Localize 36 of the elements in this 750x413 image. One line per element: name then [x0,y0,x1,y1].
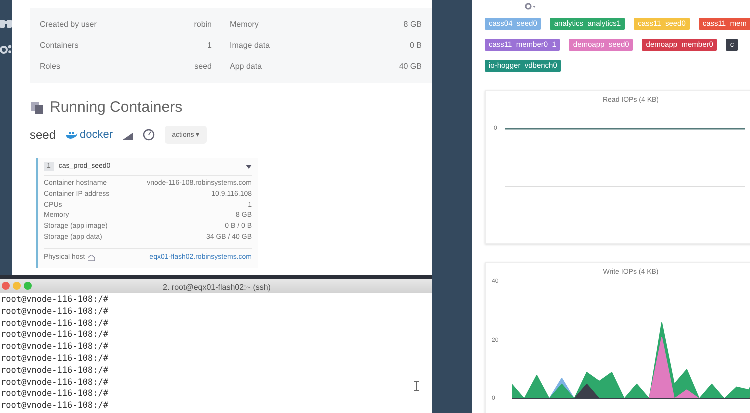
engine-label: docker [80,129,114,141]
info-label: Image data [230,41,272,50]
settings-icon[interactable] [525,3,537,10]
info-value: 0 B [408,41,422,50]
info-label: App data [230,62,264,71]
info-label: Memory [230,20,260,29]
terminal-line: root@vnode-116-108:/# [1,378,108,390]
terminal-line: root@vnode-116-108:/# [1,366,108,378]
caret-icon[interactable] [246,164,252,168]
terminal-line: root@vnode-116-108:/# [1,295,108,307]
terminal-line: root@vnode-116-108:/# [1,330,108,342]
info-value: 40 GB [398,62,422,71]
info-value: robin [193,20,212,29]
info-label: Created by user [40,20,98,29]
copy-icon [30,100,44,114]
whale-icon [66,131,78,139]
close-icon[interactable] [2,282,10,290]
terminal-line: root@vnode-116-108:/# [1,354,108,366]
gauge-icon[interactable] [143,129,156,141]
role-label: seed [30,128,56,142]
terminal-line: root@vnode-116-108:/# [1,342,108,354]
terminal-line: root@vnode-116-108:/# [1,306,108,319]
gears-icon[interactable] [0,44,12,54]
info-value: 1 [206,41,212,50]
terminal-title: 2. root@eqx01-flash02:~ (ssh) [163,283,271,292]
info-value: 8 GB [402,20,422,29]
terminal-line: root@vnode-116-108:/# [1,401,108,413]
terminal-line: root@vnode-116-108:/# [1,389,108,402]
info-value: seed [194,62,212,71]
info-label: Roles [40,62,62,71]
text-cursor-icon [414,381,419,392]
section-title: Running Containers [50,99,183,116]
binoculars-icon[interactable] [0,18,12,28]
terminal-line: root@vnode-116-108:/# [1,318,108,330]
home-icon [88,255,96,262]
info-label: Containers [40,41,80,50]
